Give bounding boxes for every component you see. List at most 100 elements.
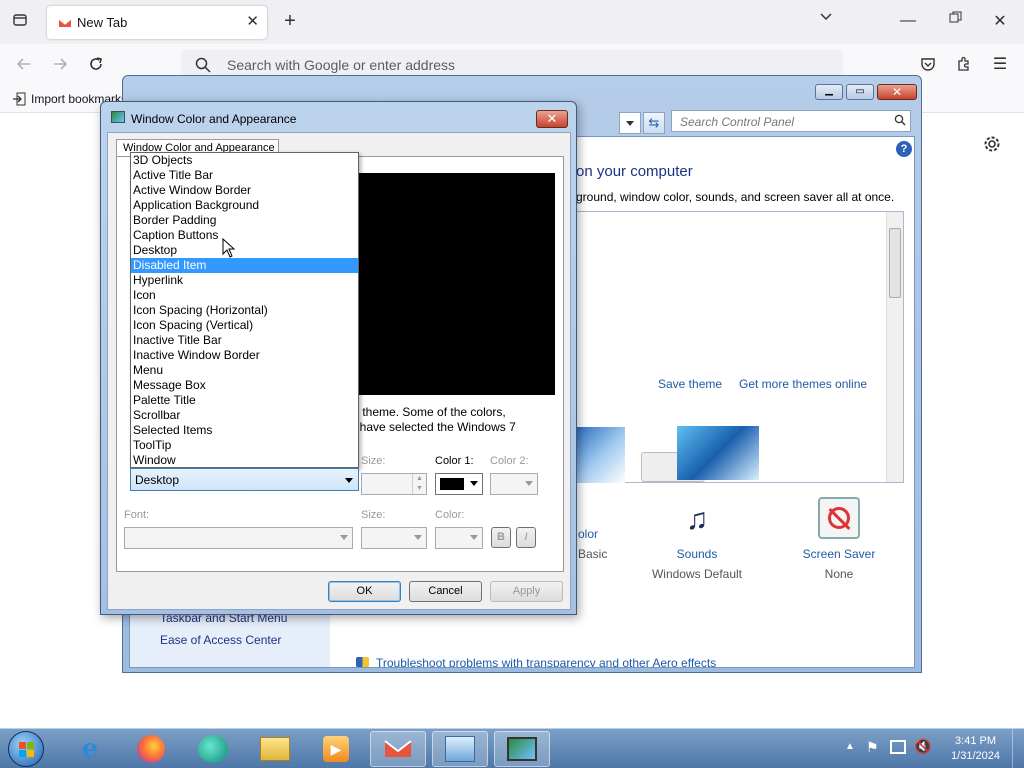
control-panel-icon bbox=[445, 736, 475, 762]
extensions-icon[interactable] bbox=[954, 56, 974, 77]
dropdown-item[interactable]: Message Box bbox=[131, 378, 358, 393]
firefox-icon bbox=[137, 735, 165, 763]
import-icon bbox=[12, 92, 26, 109]
font-color-picker[interactable] bbox=[435, 527, 483, 549]
dropdown-item[interactable]: ToolTip bbox=[131, 438, 358, 453]
page-subheading: ground, window color, sounds, and screen… bbox=[576, 190, 895, 204]
volume-muted-icon[interactable]: 🔇 bbox=[914, 738, 931, 755]
taskbar-chat-app[interactable] bbox=[185, 731, 241, 767]
search-icon bbox=[894, 114, 906, 129]
tab-title: New Tab bbox=[77, 15, 128, 30]
show-hidden-icons-arrow[interactable]: ▲ bbox=[845, 741, 855, 752]
dropdown-item[interactable]: Border Padding bbox=[131, 213, 358, 228]
font-combo[interactable] bbox=[124, 527, 353, 549]
dropdown-item[interactable]: Inactive Window Border bbox=[131, 348, 358, 363]
font-size-combo[interactable] bbox=[361, 527, 427, 549]
dropdown-item[interactable]: Selected Items bbox=[131, 423, 358, 438]
close-window-icon[interactable]: ✕ bbox=[990, 11, 1010, 31]
color1-picker[interactable] bbox=[435, 473, 483, 495]
apply-button[interactable]: Apply bbox=[490, 581, 563, 602]
taskbar-firefox-window[interactable] bbox=[370, 731, 426, 767]
show-desktop-button[interactable] bbox=[1012, 729, 1024, 768]
cp-maximize-button[interactable]: ▭ bbox=[846, 84, 874, 100]
new-tab-button[interactable]: + bbox=[280, 10, 300, 33]
item-size-spinner[interactable]: ▲ ▼ bbox=[361, 473, 427, 495]
control-panel-search[interactable]: Search Control Panel bbox=[671, 110, 911, 132]
ease-of-access-link[interactable]: Ease of Access Center bbox=[160, 633, 281, 647]
taskbar-control-panel[interactable] bbox=[432, 731, 488, 767]
dialog-app-icon bbox=[111, 111, 125, 123]
address-dropdown-arrow[interactable] bbox=[619, 112, 641, 134]
back-arrow-icon[interactable] bbox=[14, 56, 34, 77]
network-icon[interactable] bbox=[890, 740, 906, 754]
theme-thumbnail[interactable] bbox=[577, 427, 625, 483]
cp-minimize-button[interactable]: ▁ bbox=[815, 84, 843, 100]
list-all-tabs-icon[interactable] bbox=[816, 10, 836, 29]
dropdown-item[interactable]: Active Window Border bbox=[131, 183, 358, 198]
italic-button[interactable]: I bbox=[516, 527, 536, 548]
start-button[interactable] bbox=[8, 731, 44, 767]
dropdown-item[interactable]: Menu bbox=[131, 363, 358, 378]
cancel-button[interactable]: Cancel bbox=[409, 581, 482, 602]
hamburger-menu-icon[interactable]: ☰ bbox=[990, 54, 1010, 74]
screensaver-item[interactable]: Screen Saver None bbox=[784, 497, 894, 581]
tab-list-icon[interactable] bbox=[10, 12, 30, 33]
forward-arrow-icon[interactable] bbox=[50, 56, 70, 77]
dropdown-item[interactable]: Disabled Item bbox=[131, 258, 358, 273]
chat-app-icon bbox=[198, 735, 228, 763]
tab-new-tab[interactable]: New Tab ✕ bbox=[47, 6, 267, 39]
minimize-window-icon[interactable]: — bbox=[898, 12, 918, 30]
firefox-tab-icon bbox=[57, 15, 73, 34]
theme-thumbnail[interactable] bbox=[677, 426, 759, 480]
dropdown-item[interactable]: Icon Spacing (Horizontal) bbox=[131, 303, 358, 318]
taskbar-internet-explorer[interactable]: e bbox=[62, 731, 118, 767]
dropdown-item[interactable]: Icon bbox=[131, 288, 358, 303]
themes-list[interactable]: Save theme Get more themes online bbox=[576, 211, 904, 483]
item-dropdown-list[interactable]: 3D Objects Active Title Bar Active Window … bbox=[130, 152, 359, 468]
taskbar-firefox[interactable] bbox=[123, 731, 179, 767]
dropdown-item[interactable]: Scrollbar bbox=[131, 408, 358, 423]
taskbar-file-explorer[interactable] bbox=[247, 731, 303, 767]
pocket-icon[interactable] bbox=[918, 56, 938, 77]
color2-picker[interactable] bbox=[490, 473, 538, 495]
troubleshoot-link[interactable]: Troubleshoot problems with transparency … bbox=[376, 656, 716, 667]
system-clock[interactable]: 3:41 PM 1/31/2024 bbox=[951, 734, 1000, 764]
color-sub: Basic bbox=[578, 547, 608, 561]
ok-button[interactable]: OK bbox=[328, 581, 401, 602]
screensaver-label: Screen Saver bbox=[802, 547, 876, 561]
dropdown-item[interactable]: Inactive Title Bar bbox=[131, 333, 358, 348]
bold-button[interactable]: B bbox=[491, 527, 511, 548]
color1-label: Color 1: bbox=[435, 455, 474, 467]
taskbar-media-player[interactable]: ▶ bbox=[308, 731, 364, 767]
dropdown-item[interactable]: 3D Objects bbox=[131, 153, 358, 168]
clock-date: 1/31/2024 bbox=[951, 750, 1000, 762]
cp-close-button[interactable]: ✕ bbox=[877, 84, 917, 100]
color2-label: Color 2: bbox=[490, 455, 529, 467]
restore-window-icon[interactable] bbox=[945, 11, 965, 29]
dialog-close-button[interactable]: ✕ bbox=[536, 110, 568, 128]
font-label: Font: bbox=[124, 509, 150, 521]
gear-icon[interactable] bbox=[983, 135, 1001, 156]
shield-icon bbox=[356, 657, 369, 667]
action-center-flag-icon[interactable]: ⚑ bbox=[866, 739, 879, 756]
close-tab-icon[interactable]: ✕ bbox=[246, 12, 259, 30]
sounds-item[interactable]: ♫ Sounds Windows Default bbox=[642, 497, 752, 581]
taskbar-personalization[interactable] bbox=[494, 731, 550, 767]
save-theme-link[interactable]: Save theme bbox=[658, 377, 722, 391]
dropdown-item[interactable]: Icon Spacing (Vertical) bbox=[131, 318, 358, 333]
dropdown-item[interactable]: Palette Title bbox=[131, 393, 358, 408]
dropdown-item[interactable]: Desktop bbox=[131, 243, 358, 258]
refresh-icon[interactable]: ⇆ bbox=[643, 112, 665, 134]
dropdown-item[interactable]: Hyperlink bbox=[131, 273, 358, 288]
windows-logo-icon bbox=[19, 742, 35, 758]
item-combo[interactable]: Desktop bbox=[130, 468, 359, 491]
dropdown-item[interactable]: Application Background bbox=[131, 198, 358, 213]
themes-scrollbar[interactable] bbox=[886, 212, 903, 482]
browser-tab-bar: New Tab ✕ + — ✕ bbox=[0, 0, 1024, 44]
dropdown-item[interactable]: Active Title Bar bbox=[131, 168, 358, 183]
help-icon[interactable]: ? bbox=[896, 141, 912, 157]
reload-icon[interactable] bbox=[86, 56, 106, 77]
dropdown-item[interactable]: Window bbox=[131, 453, 358, 468]
get-more-themes-link[interactable]: Get more themes online bbox=[739, 377, 867, 391]
dropdown-item[interactable]: Caption Buttons bbox=[131, 228, 358, 243]
